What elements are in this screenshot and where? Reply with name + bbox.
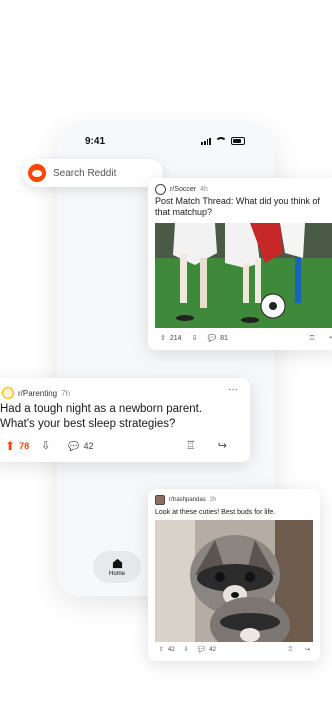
share-icon[interactable]: ↪	[218, 440, 227, 452]
award-icon[interactable]: ♖	[309, 335, 315, 342]
subreddit-name[interactable]: r/Parenting	[18, 389, 57, 398]
post-age: 7h	[61, 388, 71, 398]
vote-group: ⬆ 78 ⇩	[5, 440, 50, 452]
comment-count: 42	[209, 647, 216, 653]
trashpandas-icon	[155, 495, 165, 505]
subreddit-name[interactable]: r/Soccer	[170, 186, 196, 193]
upvote-count: 214	[169, 335, 182, 342]
comment-icon: 💬	[207, 335, 217, 342]
post-title[interactable]: Post Match Thread: What did you think of…	[155, 196, 332, 218]
home-tab-button[interactable]: Home	[93, 551, 141, 583]
post-card-soccer[interactable]: r/Soccer 4h Post Match Thread: What did …	[148, 178, 332, 350]
post-meta: r/trashpandas 2h	[155, 495, 216, 505]
downvote-icon[interactable]: ⇩	[41, 440, 50, 452]
signal-icon	[201, 137, 211, 145]
post-card-parenting[interactable]: r/Parenting 7h ··· Had a tough night as …	[0, 378, 250, 462]
more-icon[interactable]: ···	[228, 385, 238, 395]
parenting-icon	[2, 387, 14, 399]
post-title[interactable]: Look at these cuties! Best buds for life…	[155, 508, 315, 517]
snoo-icon	[28, 164, 46, 182]
post-card-trashpandas[interactable]: r/trashpandas 2h Look at these cuties! B…	[148, 489, 320, 661]
search-bar[interactable]: Search Reddit	[23, 159, 163, 187]
post-image-raccoons[interactable]	[155, 520, 313, 642]
vote-group: ⇧ 42 ⇩	[159, 647, 189, 653]
upvote-count: 42	[168, 647, 175, 653]
award-icon[interactable]: ♖	[186, 440, 196, 452]
comment-count: 42	[83, 441, 94, 451]
post-meta: r/Soccer 4h	[155, 184, 208, 195]
post-age: 4h	[200, 186, 208, 193]
post-meta: r/Parenting 7h	[2, 387, 70, 399]
comment-group[interactable]: 💬 42	[68, 441, 93, 451]
status-icons	[201, 137, 245, 145]
comment-icon: 💬	[68, 440, 80, 451]
comment-icon: 💬	[197, 647, 206, 653]
upvote-icon[interactable]: ⇧	[159, 647, 164, 653]
vote-group: ⇧ 214 ⇩	[160, 335, 197, 342]
home-icon	[112, 558, 122, 568]
award-icon[interactable]: ♖	[288, 647, 293, 653]
post-image-soccer[interactable]	[155, 223, 332, 328]
comment-group[interactable]: 💬 81	[207, 335, 228, 342]
post-actions: ⇧ 214 ⇩ 💬 81 ♖ ↪	[160, 335, 332, 342]
soccer-ball-icon	[155, 184, 166, 195]
downvote-icon[interactable]: ⇩	[192, 335, 198, 342]
post-title[interactable]: Had a tough night as a newborn parent. W…	[0, 402, 230, 432]
upvote-icon[interactable]: ⇧	[160, 335, 166, 342]
wifi-icon	[215, 137, 227, 145]
subreddit-name[interactable]: r/trashpandas	[169, 497, 206, 503]
post-actions: ⇧ 42 ⇩ 💬 42 ♖ ↪	[159, 647, 314, 653]
battery-icon	[231, 137, 245, 145]
upvote-count: 78	[19, 441, 30, 451]
status-time: 9:41	[85, 136, 106, 147]
post-actions: ⬆ 78 ⇩ 💬 42 ♖ ↪	[5, 440, 235, 452]
comment-group[interactable]: 💬 42	[198, 647, 216, 653]
upvote-icon[interactable]: ⬆	[5, 440, 15, 452]
search-input[interactable]: Search Reddit	[53, 168, 116, 179]
home-label: Home	[108, 570, 125, 577]
comment-count: 81	[220, 335, 228, 342]
post-age: 2h	[209, 497, 217, 503]
share-icon[interactable]: ↪	[305, 647, 310, 653]
downvote-icon[interactable]: ⇩	[184, 647, 189, 653]
